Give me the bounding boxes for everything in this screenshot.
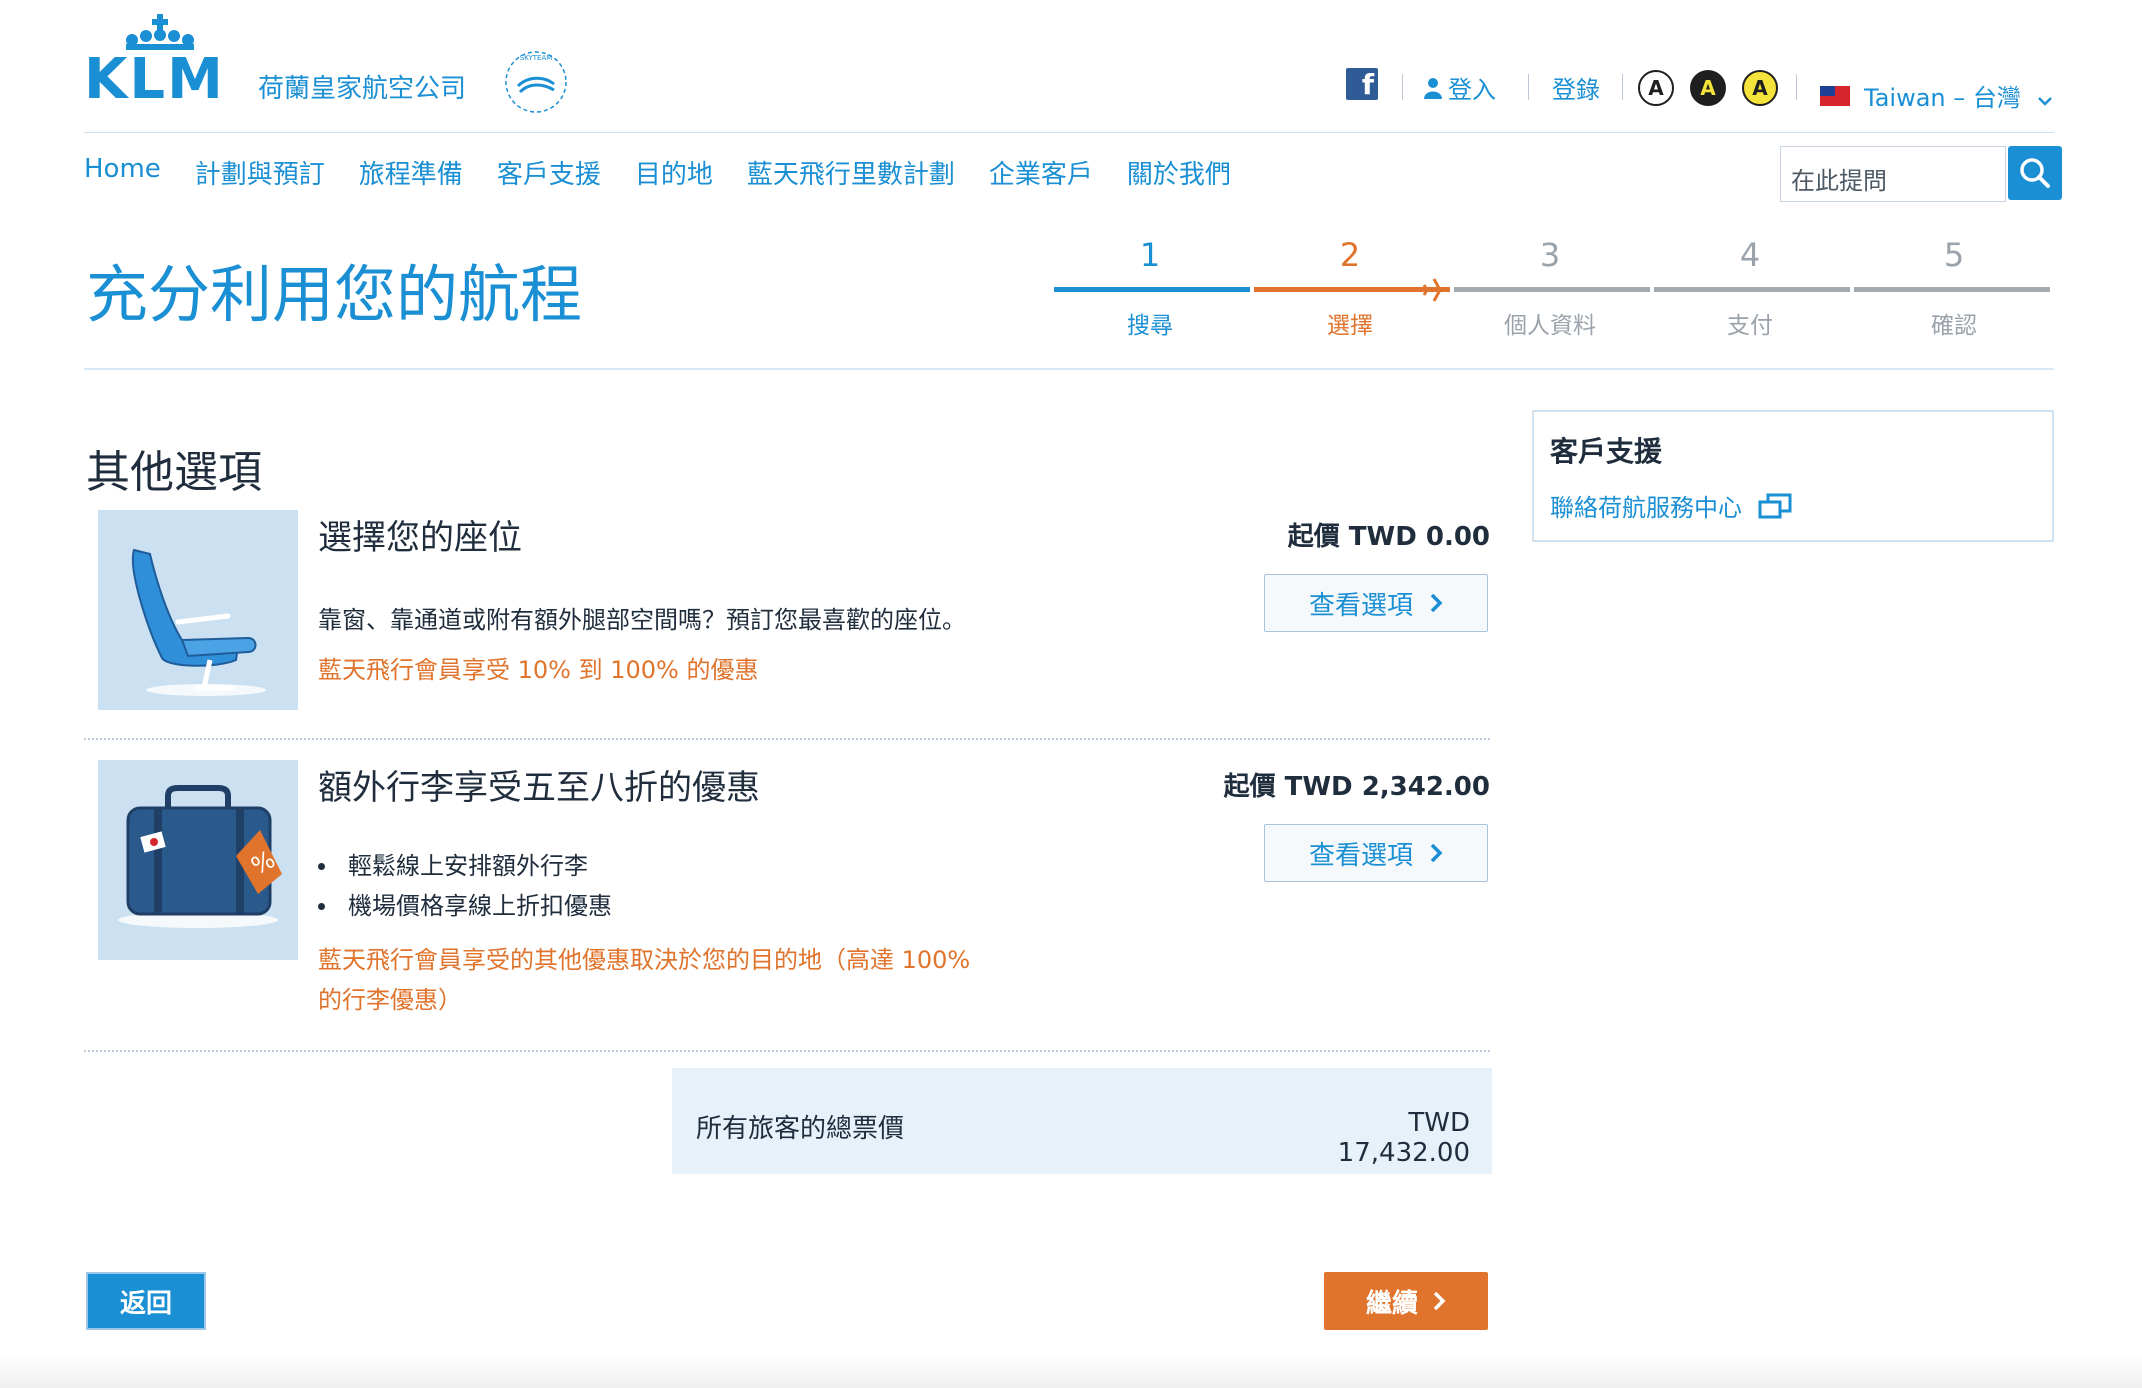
chevron-down-icon xyxy=(2037,97,2052,106)
login-link[interactable]: 登入 xyxy=(1424,70,1496,105)
step-1-bar xyxy=(1054,287,1250,292)
suitcase-icon: % xyxy=(118,785,282,928)
nav-item-plan-book[interactable]: 計劃與預訂 xyxy=(195,154,325,191)
seat-illustration xyxy=(98,510,298,710)
customer-support-title: 客戶支援 xyxy=(1550,435,1663,468)
step-3-number: 3 xyxy=(1539,236,1561,274)
search-icon xyxy=(2020,158,2050,188)
contact-service-center-link[interactable]: 聯絡荷航服務中心 xyxy=(1550,488,1792,523)
section-title: 其他選項 xyxy=(86,447,262,498)
skyteam-text: SKYTEAM xyxy=(520,54,553,62)
baggage-option-price: 起價 TWD 2,342.00 xyxy=(1223,772,1490,802)
step-5-number: 5 xyxy=(1943,236,1965,274)
chevron-right-icon xyxy=(1430,593,1443,613)
user-icon xyxy=(1424,77,1442,99)
step-1-label: 搜尋 xyxy=(1127,313,1173,339)
airplane-icon xyxy=(1422,278,1450,302)
seat-view-options-button[interactable]: 查看選項 xyxy=(1264,574,1488,632)
klm-logo[interactable]: KLM xyxy=(84,52,225,108)
page-title: 充分利用您的航程 xyxy=(86,258,583,331)
main-nav: Home 計劃與預訂 旅程準備 客戶支援 目的地 藍天飛行里數計劃 企業客戶 關… xyxy=(84,154,1231,191)
baggage-view-options-button[interactable]: 查看選項 xyxy=(1264,824,1488,882)
baggage-promo-line-2: 的行李優惠） xyxy=(318,986,462,1014)
total-fare-label: 所有旅客的總票價 xyxy=(696,1114,905,1144)
baggage-option-promo: 藍天飛行會員享受的其他優惠取決於您的目的地（高達 100% 的行李優惠） xyxy=(318,940,970,1020)
seat-option-title: 選擇您的座位 xyxy=(318,518,522,558)
step-3-label: 個人資料 xyxy=(1504,313,1596,339)
nav-item-support[interactable]: 客戶支援 xyxy=(497,154,601,191)
step-2-label: 選擇 xyxy=(1327,313,1373,339)
page-footer-shade xyxy=(0,1352,2142,1388)
button-label: 查看選項 xyxy=(1308,590,1413,621)
nav-item-destinations[interactable]: 目的地 xyxy=(635,154,713,191)
nav-item-home[interactable]: Home xyxy=(84,154,161,191)
accessibility-normal-button[interactable]: A xyxy=(1638,70,1674,106)
nav-item-prepare[interactable]: 旅程準備 xyxy=(359,154,463,191)
taiwan-flag-icon xyxy=(1820,86,1850,106)
back-button[interactable]: 返回 xyxy=(86,1272,206,1330)
seat-icon xyxy=(131,548,266,696)
option-divider xyxy=(84,1050,1490,1052)
seat-option-price: 起價 TWD 0.00 xyxy=(1287,522,1490,552)
baggage-bullet-list: 輕鬆線上安排額外行李 機場價格享線上折扣優惠 xyxy=(318,846,612,926)
nav-item-about[interactable]: 關於我們 xyxy=(1127,154,1231,191)
brand-subtitle: 荷蘭皇家航空公司 xyxy=(258,74,467,104)
option-divider xyxy=(84,738,1490,740)
login-label: 登入 xyxy=(1448,76,1496,104)
chevron-right-icon xyxy=(1430,843,1443,863)
seat-option-promo: 藍天飛行會員享受 10% 到 100% 的優惠 xyxy=(318,656,759,684)
step-4-bar xyxy=(1654,287,1850,292)
nav-item-flying-blue[interactable]: 藍天飛行里數計劃 xyxy=(747,154,955,191)
facebook-icon[interactable]: f xyxy=(1346,68,1378,101)
step-2-number: 2 xyxy=(1339,236,1361,274)
nav-item-corporate[interactable]: 企業客戶 xyxy=(989,154,1093,191)
step-1-number: 1 xyxy=(1139,236,1161,274)
country-label: Taiwan – 台灣 xyxy=(1864,84,2021,112)
title-divider xyxy=(84,368,2054,370)
search-input[interactable]: 在此提問 xyxy=(1780,146,2006,202)
divider xyxy=(1402,74,1403,100)
accessibility-dark-button[interactable]: A xyxy=(1690,70,1726,106)
divider xyxy=(1528,74,1529,100)
register-link[interactable]: 登錄 xyxy=(1552,70,1600,105)
step-4-label: 支付 xyxy=(1727,313,1773,339)
divider xyxy=(1622,74,1623,100)
step-5-label: 確認 xyxy=(1931,313,1977,339)
contact-link-label: 聯絡荷航服務中心 xyxy=(1550,494,1742,522)
baggage-illustration: % xyxy=(98,760,298,960)
baggage-promo-line-1: 藍天飛行會員享受的其他優惠取決於您的目的地（高達 100% xyxy=(318,946,971,974)
continue-label: 繼續 xyxy=(1365,1288,1418,1319)
step-5-bar xyxy=(1854,287,2050,292)
list-item: 機場價格享線上折扣優惠 xyxy=(318,886,612,926)
country-selector[interactable]: Taiwan – 台灣 xyxy=(1864,78,2053,113)
list-item: 輕鬆線上安排額外行李 xyxy=(318,846,612,886)
button-label: 查看選項 xyxy=(1308,840,1413,871)
chevron-right-icon xyxy=(1433,1291,1446,1311)
header-divider xyxy=(84,132,2054,133)
divider xyxy=(1796,74,1797,100)
step-3-bar xyxy=(1454,287,1650,292)
search-button[interactable] xyxy=(2008,146,2062,200)
skyteam-logo: SKYTEAM xyxy=(505,51,567,113)
accessibility-yellow-button[interactable]: A xyxy=(1742,70,1778,106)
total-fare-value: TWD 17,432.00 xyxy=(1337,1108,1470,1168)
step-4-number: 4 xyxy=(1739,236,1761,274)
seat-option-description: 靠窗、靠通道或附有額外腿部空間嗎？預訂您最喜歡的座位。 xyxy=(318,606,966,634)
baggage-option-title: 額外行李享受五至八折的優惠 xyxy=(318,768,760,808)
continue-button[interactable]: 繼續 xyxy=(1324,1272,1488,1330)
external-window-icon xyxy=(1758,493,1792,518)
